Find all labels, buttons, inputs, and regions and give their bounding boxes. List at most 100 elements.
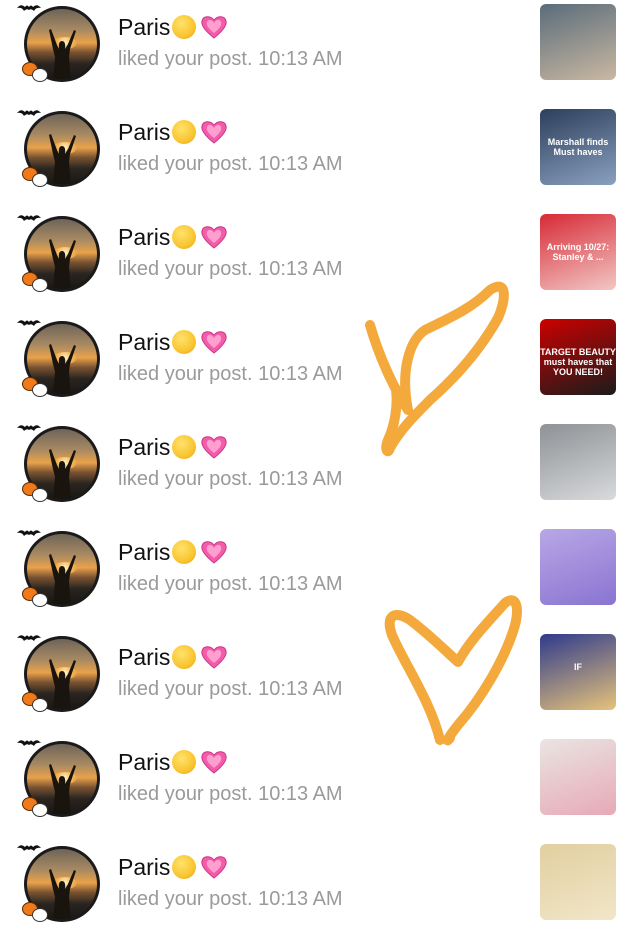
post-thumbnail[interactable] [540, 739, 616, 815]
notification-row[interactable]: Paris liked your post. 10:13 AM IF [0, 630, 640, 735]
person-silhouette-icon [49, 239, 76, 289]
notification-message: liked your post. [118, 678, 253, 700]
notification-meta: liked your post. 10:13 AM [118, 256, 343, 282]
sparkling-heart-icon [201, 226, 228, 249]
username[interactable]: Paris [118, 329, 170, 355]
bat-icon [17, 635, 41, 641]
smiling-face-icon [172, 329, 197, 354]
user-avatar[interactable] [16, 317, 104, 399]
username[interactable]: Paris [118, 854, 170, 880]
post-thumbnail[interactable] [540, 529, 616, 605]
skull-icon [32, 68, 48, 82]
notification-row[interactable]: Paris liked your post. 10:13 AM [0, 735, 640, 840]
notification-time: 10:13 AM [258, 48, 343, 70]
notification-meta: liked your post. 10:13 AM [118, 361, 343, 387]
user-avatar[interactable] [16, 107, 104, 189]
notification-title[interactable]: Paris [118, 642, 228, 672]
notification-message: liked your post. [118, 573, 253, 595]
thumbnail-caption: Arriving 10/27: Stanley & ... [546, 242, 610, 262]
bat-icon [17, 320, 41, 326]
smiling-face-icon [172, 749, 197, 774]
skull-icon [32, 803, 48, 817]
notification-title[interactable]: Paris [118, 852, 228, 882]
post-thumbnail[interactable]: Arriving 10/27: Stanley & ... [540, 214, 616, 290]
thumbnail-caption: IF [574, 662, 582, 672]
notification-message: liked your post. [118, 783, 253, 805]
notification-row[interactable]: Paris liked your post. 10:13 AM Marshall… [0, 105, 640, 210]
notification-meta: liked your post. 10:13 AM [118, 886, 343, 912]
notification-message: liked your post. [118, 363, 253, 385]
user-avatar[interactable] [16, 422, 104, 504]
notification-row[interactable]: Paris liked your post. 10:13 AM [0, 0, 640, 105]
notification-row[interactable]: Paris liked your post. 10:13 AM [0, 420, 640, 525]
person-silhouette-icon [49, 344, 76, 394]
notification-title[interactable]: Paris [118, 12, 228, 42]
username[interactable]: Paris [118, 539, 170, 565]
sparkling-heart-icon [201, 856, 228, 879]
username[interactable]: Paris [118, 14, 170, 40]
user-avatar[interactable] [16, 632, 104, 714]
skull-icon [32, 488, 48, 502]
sparkling-heart-icon [201, 121, 228, 144]
notification-time: 10:13 AM [258, 678, 343, 700]
post-thumbnail[interactable]: Marshall finds Must haves [540, 109, 616, 185]
notification-meta: liked your post. 10:13 AM [118, 676, 343, 702]
skull-icon [32, 593, 48, 607]
notification-row[interactable]: Paris liked your post. 10:13 AM [0, 525, 640, 630]
skull-icon [32, 908, 48, 922]
notification-meta: liked your post. 10:13 AM [118, 46, 343, 72]
notification-title[interactable]: Paris [118, 327, 228, 357]
notification-title[interactable]: Paris [118, 747, 228, 777]
skull-icon [32, 173, 48, 187]
notification-title[interactable]: Paris [118, 222, 228, 252]
smiling-face-icon [172, 224, 197, 249]
user-avatar[interactable] [16, 527, 104, 609]
sparkling-heart-icon [201, 331, 228, 354]
post-thumbnail[interactable]: TARGET BEAUTY must haves that YOU NEED! [540, 319, 616, 395]
smiling-face-icon [172, 854, 197, 879]
sparkling-heart-icon [201, 646, 228, 669]
post-thumbnail[interactable] [540, 844, 616, 920]
notification-time: 10:13 AM [258, 258, 343, 280]
post-thumbnail[interactable] [540, 424, 616, 500]
notification-message: liked your post. [118, 258, 253, 280]
person-silhouette-icon [49, 554, 76, 604]
user-avatar[interactable] [16, 842, 104, 924]
notification-title[interactable]: Paris [118, 537, 228, 567]
post-thumbnail[interactable]: IF [540, 634, 616, 710]
notification-time: 10:13 AM [258, 468, 343, 490]
smiling-face-icon [172, 539, 197, 564]
thumbnail-caption: Marshall finds Must haves [547, 137, 609, 157]
smiling-face-icon [172, 434, 197, 459]
notification-meta: liked your post. 10:13 AM [118, 781, 343, 807]
person-silhouette-icon [49, 764, 76, 814]
username[interactable]: Paris [118, 434, 170, 460]
notification-message: liked your post. [118, 153, 253, 175]
username[interactable]: Paris [118, 644, 170, 670]
username[interactable]: Paris [118, 224, 170, 250]
sparkling-heart-icon [201, 751, 228, 774]
notification-message: liked your post. [118, 468, 253, 490]
notification-time: 10:13 AM [258, 783, 343, 805]
post-thumbnail[interactable] [540, 4, 616, 80]
notification-row[interactable]: Paris liked your post. 10:13 AM [0, 840, 640, 945]
notification-title[interactable]: Paris [118, 432, 228, 462]
bat-icon [17, 530, 41, 536]
user-avatar[interactable] [16, 212, 104, 294]
notification-row[interactable]: Paris liked your post. 10:13 AM Arriving… [0, 210, 640, 315]
username[interactable]: Paris [118, 119, 170, 145]
user-avatar[interactable] [16, 2, 104, 84]
user-avatar[interactable] [16, 737, 104, 819]
notification-row[interactable]: Paris liked your post. 10:13 AM TARGET B… [0, 315, 640, 420]
smiling-face-icon [172, 14, 197, 39]
notification-message: liked your post. [118, 888, 253, 910]
notification-title[interactable]: Paris [118, 117, 228, 147]
bat-icon [17, 425, 41, 431]
bat-icon [17, 110, 41, 116]
bat-icon [17, 845, 41, 851]
person-silhouette-icon [49, 659, 76, 709]
sparkling-heart-icon [201, 436, 228, 459]
bat-icon [17, 5, 41, 11]
notification-meta: liked your post. 10:13 AM [118, 466, 343, 492]
username[interactable]: Paris [118, 749, 170, 775]
